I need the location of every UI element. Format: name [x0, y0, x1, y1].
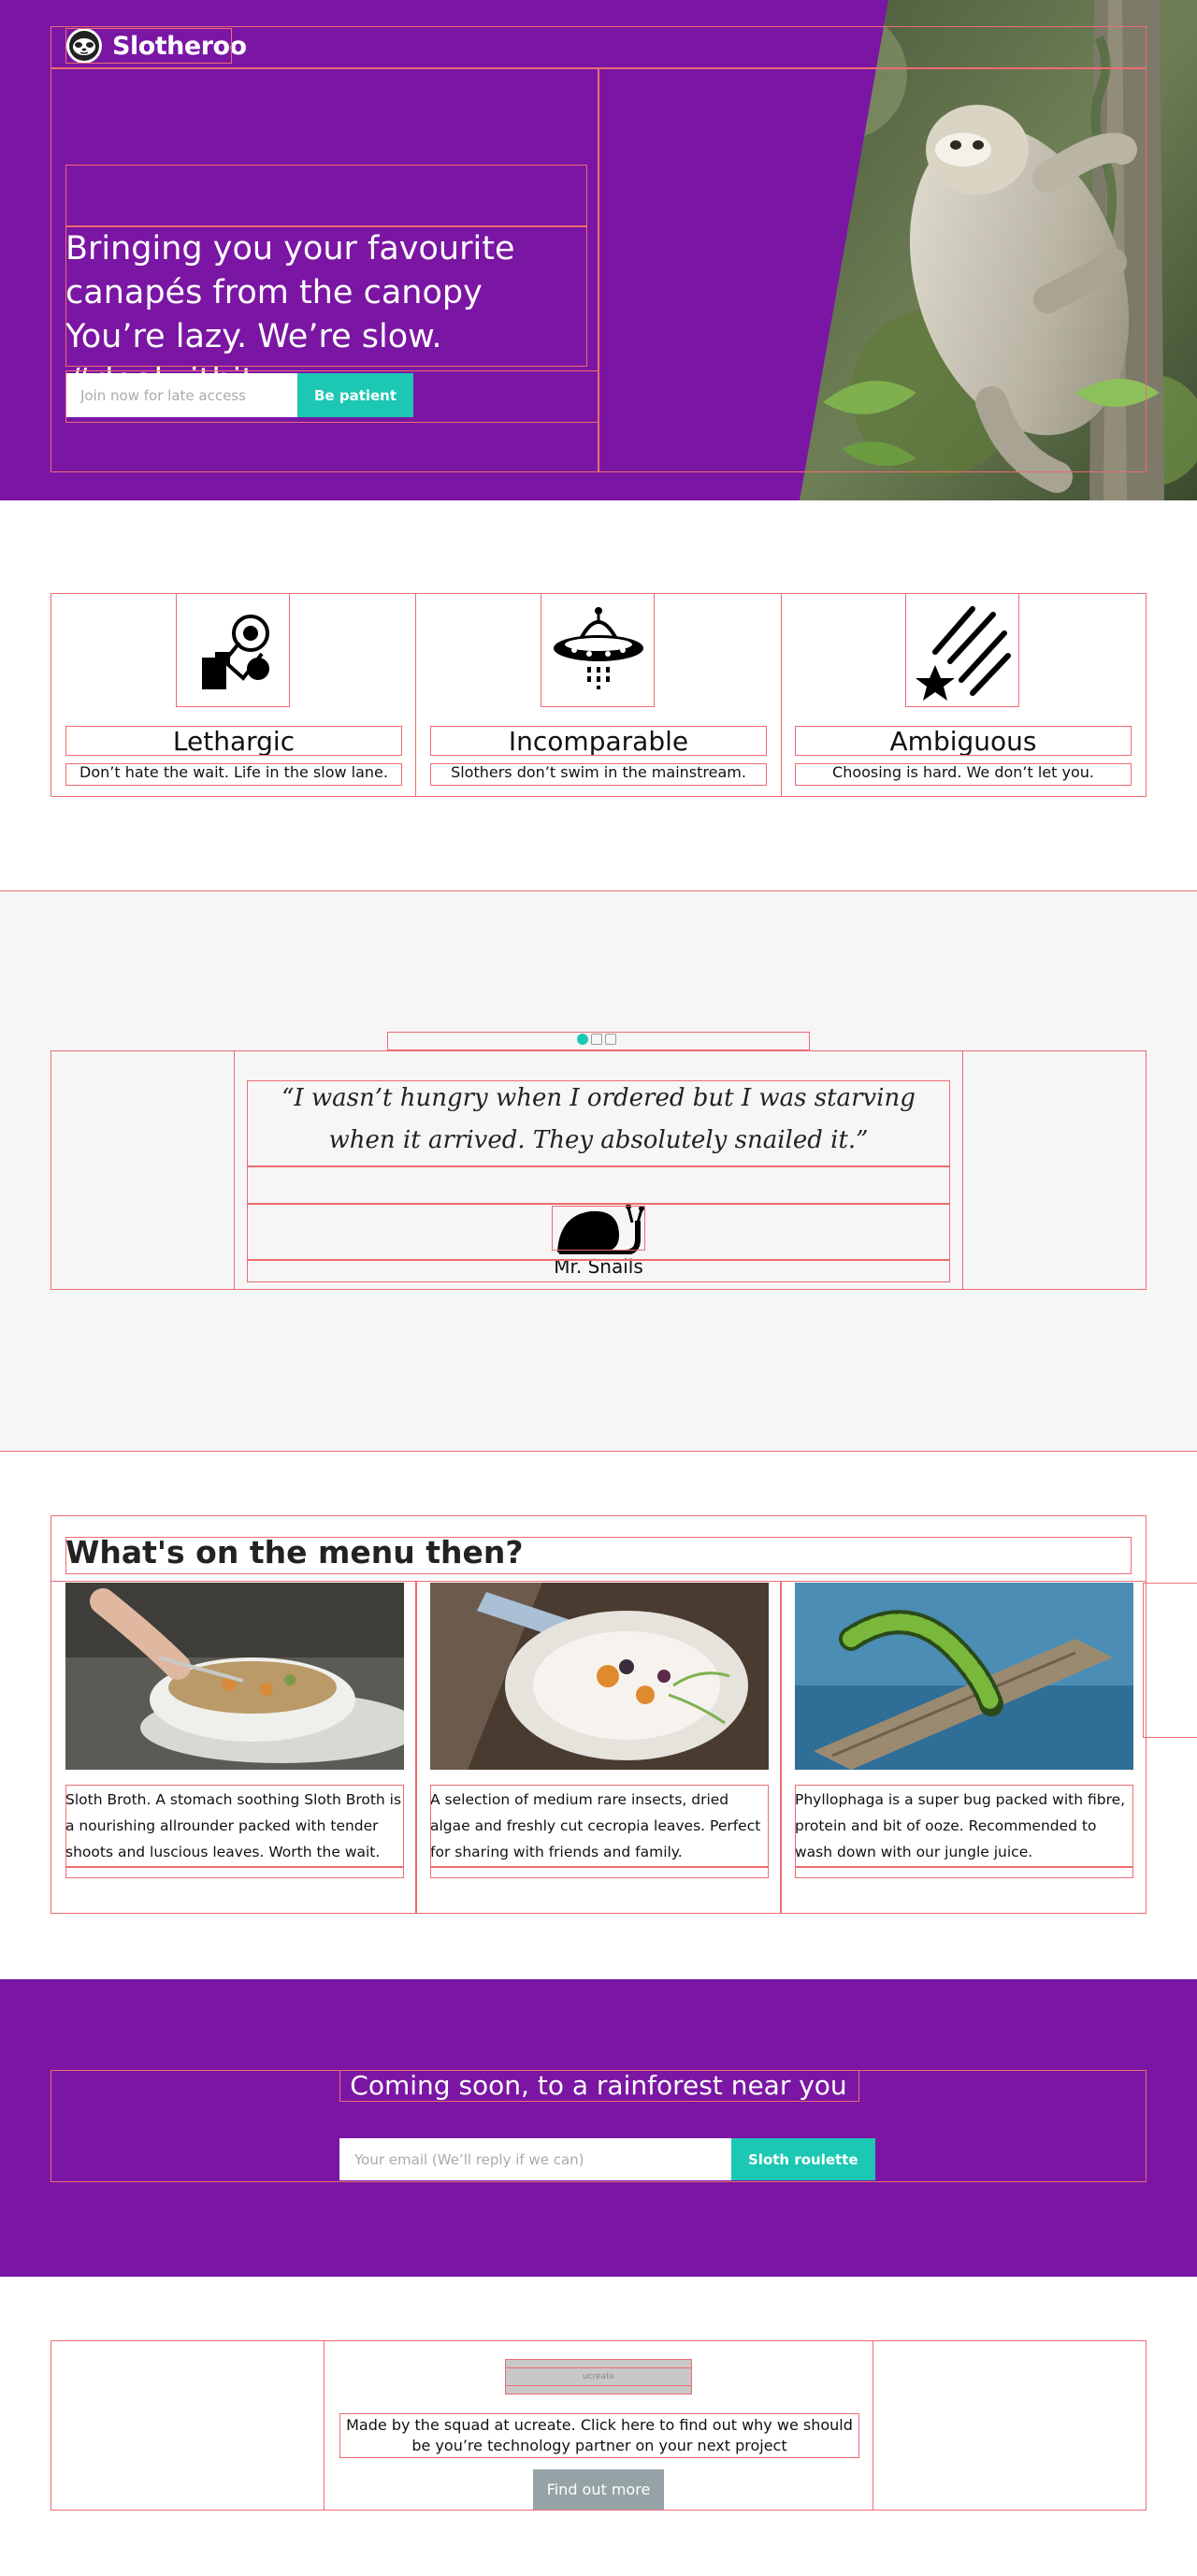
menu-item-description-1: Sloth Broth. A stomach soothing Sloth Br… — [65, 1791, 402, 1860]
feature-lethargic: Lethargic Don’t hate the wait. Life in t… — [65, 596, 402, 781]
footer-text: Made by the squad at ucreate. Click here… — [346, 2416, 853, 2454]
insect-salad-photo — [430, 1583, 769, 1770]
menu-section-title: What's on the menu then? — [65, 1534, 524, 1570]
coming-soon-section — [0, 1979, 1197, 2277]
snail-icon — [557, 1204, 644, 1254]
email-input[interactable] — [339, 2138, 731, 2180]
broth-bowl-photo — [65, 1583, 404, 1770]
menu-item-image-1 — [65, 1583, 404, 1770]
caterpillar-branch-photo — [795, 1583, 1133, 1770]
find-out-more-button[interactable]: Find out more — [533, 2469, 664, 2510]
coming-soon-form: Sloth roulette — [339, 2138, 875, 2180]
testimonial-pagination — [577, 1034, 616, 1045]
ucreate-logo-text: ucreate — [582, 2372, 615, 2381]
slide-dot-1[interactable] — [577, 1034, 588, 1045]
menu-item-description-2: A selection of medium rare insects, drie… — [430, 1791, 761, 1860]
feature-description: Choosing is hard. We don’t let you. — [832, 763, 1094, 781]
ucreate-logo[interactable]: ucreate — [505, 2359, 692, 2395]
menu-item-description-3: Phyllophaga is a super bug packed with f… — [795, 1791, 1126, 1860]
be-patient-button[interactable]: Be patient — [297, 373, 414, 417]
testimonial-author: Mr. Snails — [554, 1255, 643, 1278]
sloth-roulette-button[interactable]: Sloth roulette — [731, 2138, 875, 2180]
brand-logo[interactable]: Slotheroo — [65, 27, 247, 65]
slide-dot-3[interactable] — [605, 1034, 616, 1045]
brand-name: Slotheroo — [112, 31, 247, 61]
sloth-face-icon — [66, 28, 102, 64]
astronaut-icon — [202, 615, 269, 689]
menu-item-image-2 — [430, 1583, 769, 1770]
testimonial-section — [0, 890, 1197, 1452]
hero-section: Slotheroo Bringing you your favourite ca… — [0, 0, 1197, 500]
feature-incomparable: Incomparable Slothers don’t swim in the … — [430, 596, 767, 781]
hero-signup-form: Be patient — [65, 373, 414, 417]
feature-title: Ambiguous — [889, 726, 1037, 757]
shooting-stars-icon — [916, 606, 1011, 701]
testimonial-quote: “I wasn’t hungry when I ordered but I wa… — [281, 1084, 916, 1154]
feature-description: Slothers don’t swim in the mainstream. — [451, 763, 746, 781]
slide-dot-2[interactable] — [591, 1034, 602, 1045]
late-access-email-input[interactable] — [65, 373, 297, 417]
ufo-icon — [554, 607, 643, 689]
feature-title: Lethargic — [172, 726, 296, 757]
menu-item-image-3 — [795, 1583, 1133, 1770]
feature-title: Incomparable — [508, 726, 689, 757]
coming-soon-title: Coming soon, to a rainforest near you — [350, 2070, 847, 2101]
feature-ambiguous: Ambiguous Choosing is hard. We don’t let… — [795, 596, 1132, 781]
feature-description: Don’t hate the wait. Life in the slow la… — [79, 763, 388, 781]
